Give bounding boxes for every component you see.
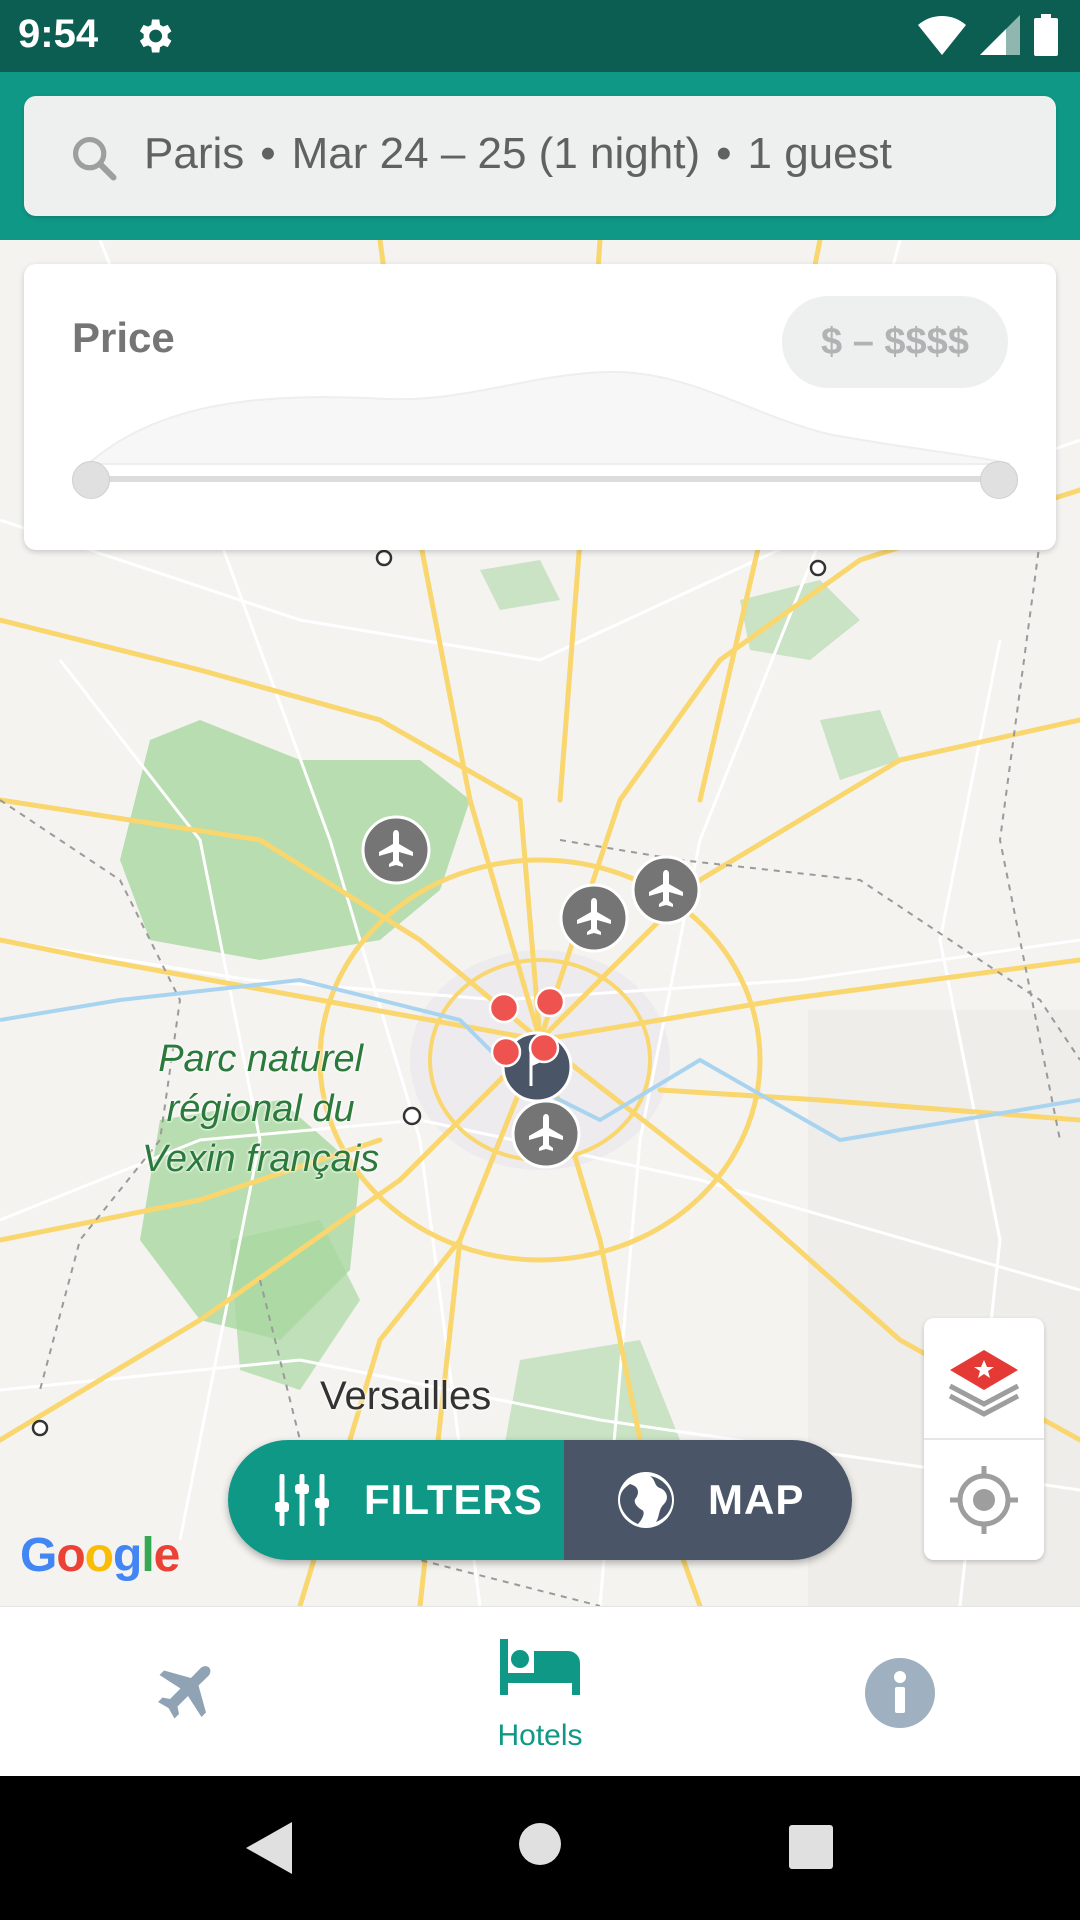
bed-icon xyxy=(500,1639,580,1695)
status-time: 9:54 xyxy=(18,12,99,56)
wifi-icon xyxy=(918,16,966,55)
bottom-navigation: Hotels xyxy=(0,1606,1080,1777)
hotel-marker[interactable] xyxy=(534,986,566,1018)
hotel-marker[interactable] xyxy=(490,1036,522,1068)
separator: • xyxy=(716,129,732,178)
price-slider-min-handle[interactable] xyxy=(72,461,110,499)
back-icon[interactable] xyxy=(244,1820,294,1876)
battery-icon xyxy=(1034,14,1058,56)
recents-icon[interactable] xyxy=(788,1824,834,1870)
system-navigation-bar xyxy=(0,1776,1080,1920)
map-controls xyxy=(924,1318,1044,1560)
search-bar[interactable]: Paris • Mar 24 – 25 (1 night) • 1 guest xyxy=(24,96,1056,216)
search-guests: 1 guest xyxy=(747,129,892,178)
nav-item-flights[interactable] xyxy=(82,1607,282,1777)
home-icon[interactable] xyxy=(518,1822,562,1866)
nav-label-hotels: Hotels xyxy=(497,1719,583,1752)
price-filter-card: Price $ – $$$$ xyxy=(24,264,1056,550)
airport-marker[interactable] xyxy=(558,882,630,954)
airplane-icon xyxy=(158,1666,211,1719)
map-label-parc-line1: Parc naturel xyxy=(158,1038,364,1080)
map-label-parc: Parc naturel régional du Vexin français xyxy=(142,1034,379,1184)
layers-icon xyxy=(948,1350,1020,1417)
search-icon xyxy=(72,136,117,181)
status-bar: 9:54 xyxy=(0,0,1080,72)
filter-map-toggle: FILTERS MAP xyxy=(228,1440,852,1560)
nav-item-hotels[interactable]: Hotels xyxy=(440,1607,640,1777)
search-dates: Mar 24 – 25 (1 night) xyxy=(291,129,701,178)
map-label-parc-line2: régional du xyxy=(166,1088,355,1130)
airport-marker[interactable] xyxy=(510,1098,582,1170)
price-slider-max-handle[interactable] xyxy=(980,461,1018,499)
search-summary: Paris • Mar 24 – 25 (1 night) • 1 guest xyxy=(144,129,892,179)
my-location-button[interactable] xyxy=(924,1440,1044,1560)
map-label-parc-line3: Vexin français xyxy=(142,1138,380,1180)
search-city: Paris xyxy=(144,129,245,178)
airport-marker[interactable] xyxy=(360,814,432,886)
filters-button[interactable]: FILTERS xyxy=(228,1440,564,1560)
hotel-marker[interactable] xyxy=(488,992,520,1024)
map-button[interactable]: MAP xyxy=(564,1440,852,1560)
google-logo: Google xyxy=(20,1529,180,1582)
filters-label: FILTERS xyxy=(364,1476,543,1523)
signal-icon xyxy=(980,15,1020,55)
price-slider-track[interactable] xyxy=(88,476,1010,482)
layers-button[interactable] xyxy=(924,1318,1044,1438)
info-icon xyxy=(865,1658,935,1728)
globe-icon xyxy=(618,1472,674,1528)
sliders-icon xyxy=(275,1474,329,1526)
airport-marker[interactable] xyxy=(630,854,702,926)
price-histogram xyxy=(88,370,1010,465)
gear-icon xyxy=(139,19,172,53)
crosshair-icon xyxy=(950,1466,1018,1534)
map-label: MAP xyxy=(708,1476,805,1523)
separator: • xyxy=(260,129,276,178)
hotel-marker[interactable] xyxy=(528,1032,560,1064)
map-label-versailles: Versailles xyxy=(320,1374,492,1418)
nav-item-info[interactable] xyxy=(800,1607,1000,1777)
